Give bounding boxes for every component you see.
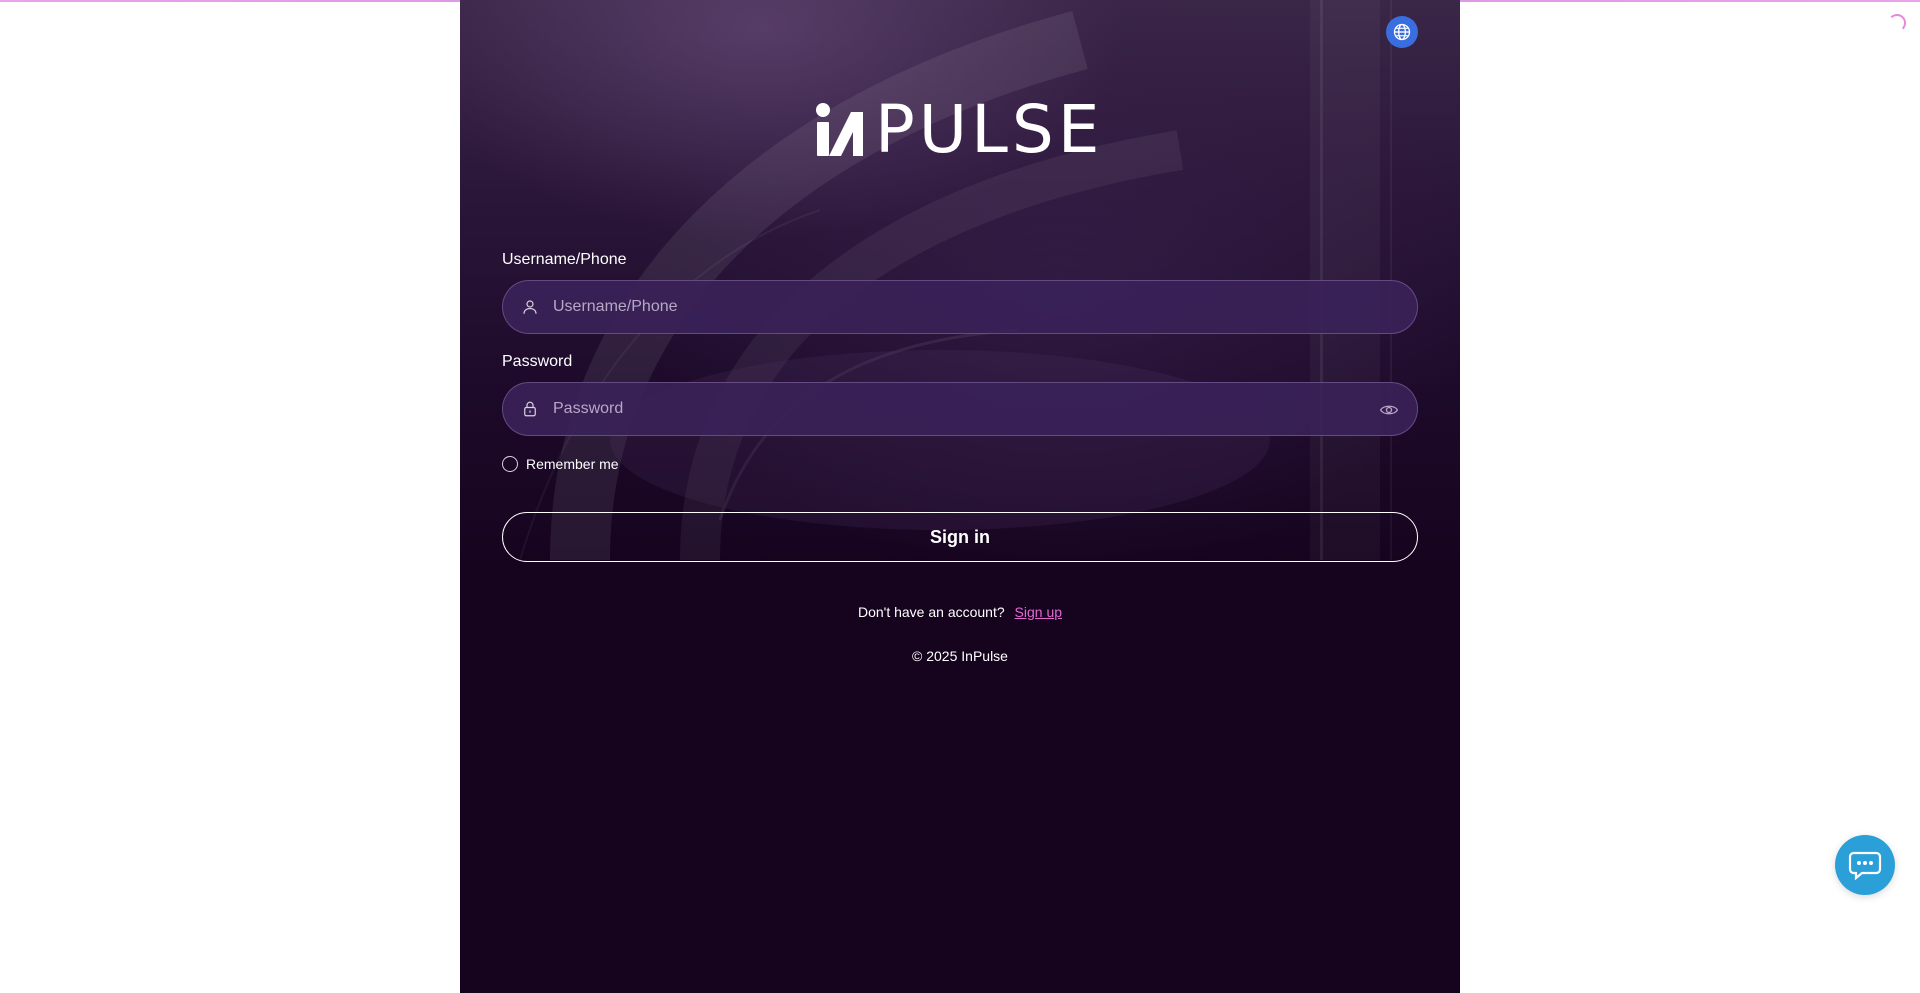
no-account-text: Don't have an account? (857, 604, 1005, 620)
globe-icon (1393, 23, 1411, 41)
username-input[interactable] (553, 281, 1353, 333)
logo-mark-icon (816, 103, 863, 156)
inpulse-logo: PULSE (815, 91, 1115, 168)
sign-up-link[interactable]: Sign up (1015, 604, 1062, 620)
username-label: Username/Phone (502, 251, 627, 268)
signup-prompt: Don't have an account? Sign up (502, 604, 1418, 620)
username-field[interactable] (502, 280, 1418, 334)
language-button[interactable] (1386, 16, 1418, 48)
login-panel: PULSE Username/Phone Password (460, 0, 1460, 993)
password-input[interactable] (553, 383, 1353, 435)
login-form: Username/Phone Password Remembe (502, 250, 1418, 664)
lock-icon (524, 401, 536, 417)
user-icon (523, 300, 537, 314)
remember-me-radio[interactable] (502, 456, 518, 472)
chat-widget-button[interactable] (1835, 835, 1895, 895)
sign-in-button[interactable]: Sign in (502, 512, 1418, 562)
password-label: Password (502, 353, 573, 370)
chat-bubble-icon (1848, 851, 1882, 880)
password-field[interactable] (502, 382, 1418, 436)
remember-me-label[interactable]: Remember me (526, 456, 619, 472)
copyright-text: © 2025 InPulse (912, 648, 1008, 664)
eye-icon[interactable] (1379, 400, 1399, 420)
loading-spinner-icon (1888, 14, 1906, 32)
remember-me: Remember me (502, 454, 1418, 474)
logo-text: PULSE (875, 91, 1104, 168)
